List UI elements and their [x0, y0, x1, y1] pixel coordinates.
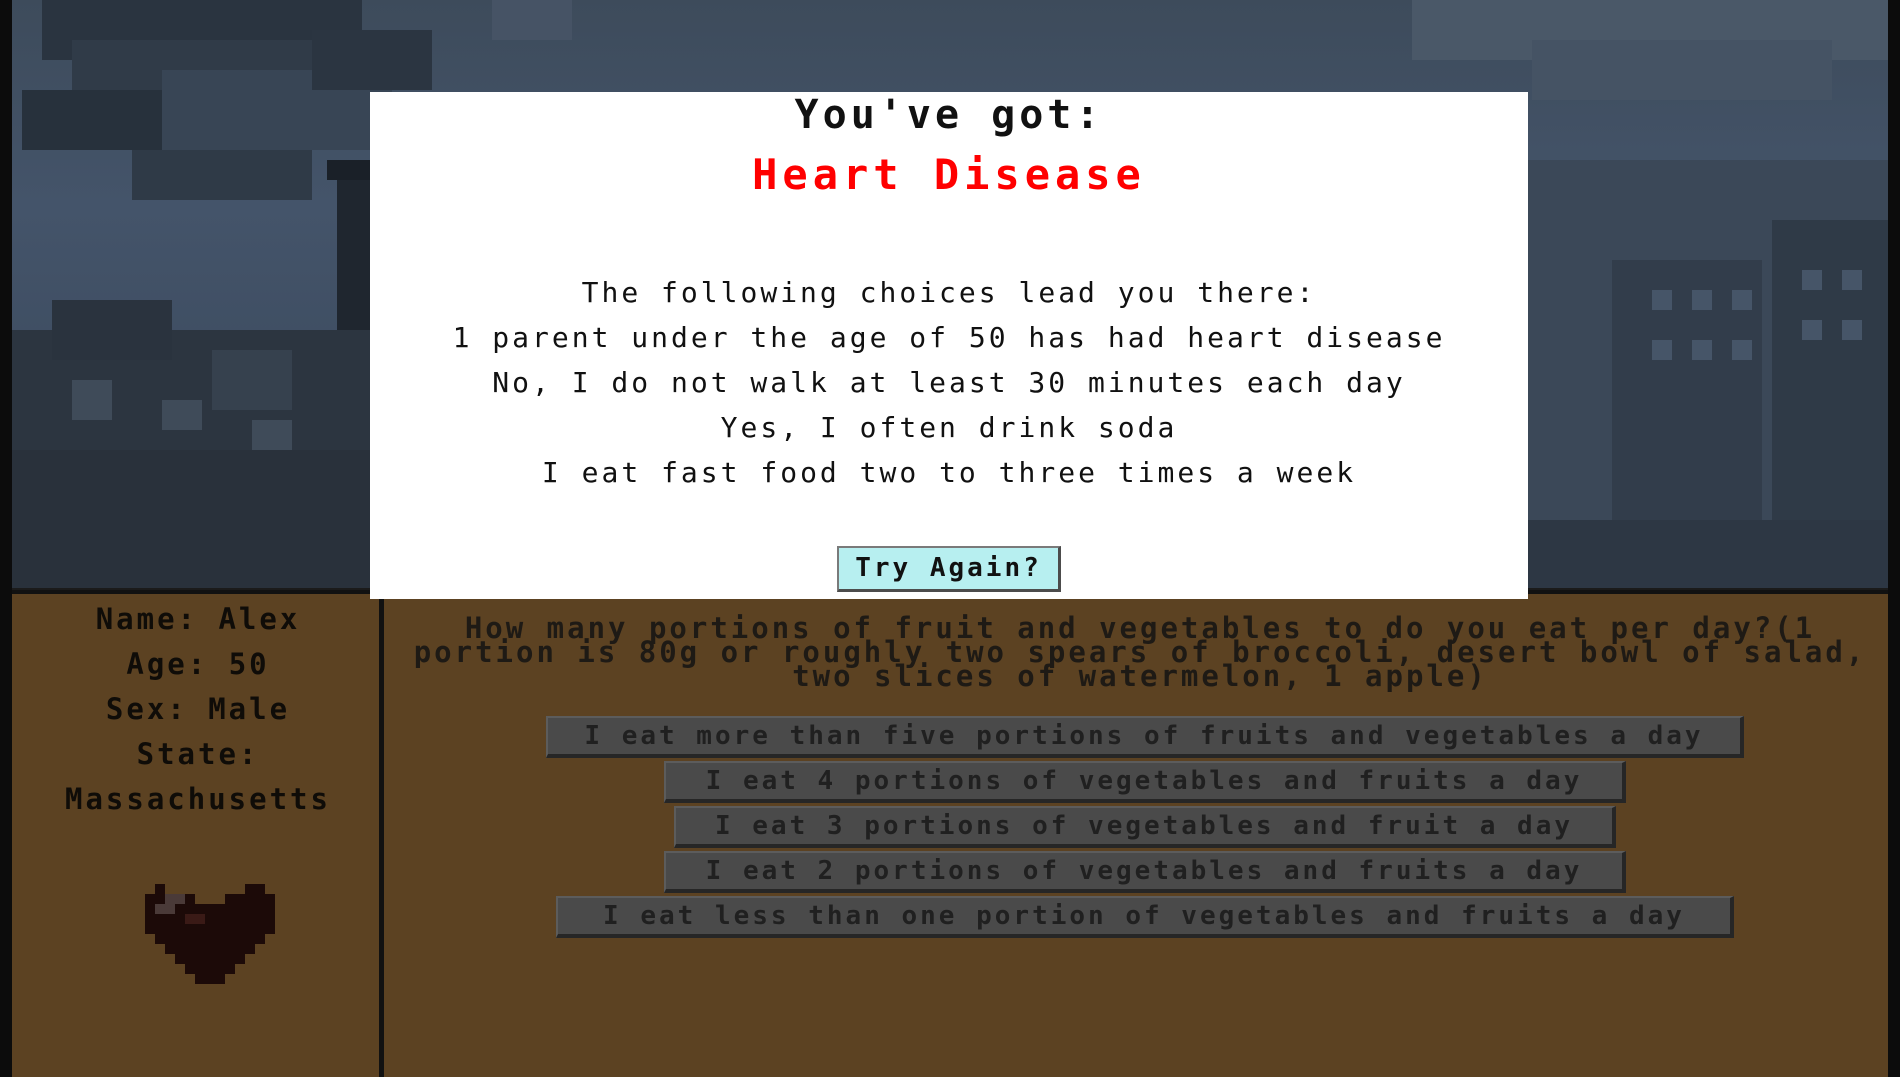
- answer-option-3[interactable]: I eat 3 portions of vegetables and fruit…: [674, 806, 1616, 848]
- answer-option-2[interactable]: I eat 4 portions of vegetables and fruit…: [664, 761, 1626, 803]
- diagnosis-text: Heart Disease: [752, 150, 1146, 199]
- game-panel: Name: Alex Age: 50 Sex: Male State: Mass…: [12, 590, 1888, 1077]
- choice-item: I eat fast food two to three times a wee…: [541, 456, 1357, 489]
- answer-option-1[interactable]: I eat more than five portions of fruits …: [546, 716, 1744, 758]
- answer-option-5[interactable]: I eat less than one portion of vegetable…: [556, 896, 1734, 938]
- answer-option-4[interactable]: I eat 2 portions of vegetables and fruit…: [664, 851, 1626, 893]
- character-sex: Sex: Male: [105, 692, 291, 726]
- choice-item: Yes, I often drink soda: [720, 411, 1178, 444]
- choice-item: 1 parent under the age of 50 has had hea…: [452, 321, 1446, 354]
- heart-icon: [145, 884, 275, 984]
- character-age: Age: 50: [126, 647, 270, 681]
- question-area: How many portions of fruit and vegetable…: [392, 594, 1888, 1077]
- character-state-value: Massachusetts: [65, 782, 331, 816]
- character-state-label: State:: [136, 737, 260, 771]
- try-again-button[interactable]: Try Again?: [837, 546, 1061, 592]
- modal-heading: You've got:: [794, 92, 1104, 138]
- character-name: Name: Alex: [95, 602, 301, 636]
- choices-intro: The following choices lead you there:: [581, 276, 1317, 309]
- result-modal: You've got: Heart Disease The following …: [370, 92, 1528, 599]
- character-stats: Name: Alex Age: 50 Sex: Male State: Mass…: [12, 594, 384, 1077]
- choice-item: No, I do not walk at least 30 minutes ea…: [492, 366, 1406, 399]
- question-text: How many portions of fruit and vegetable…: [413, 611, 1867, 693]
